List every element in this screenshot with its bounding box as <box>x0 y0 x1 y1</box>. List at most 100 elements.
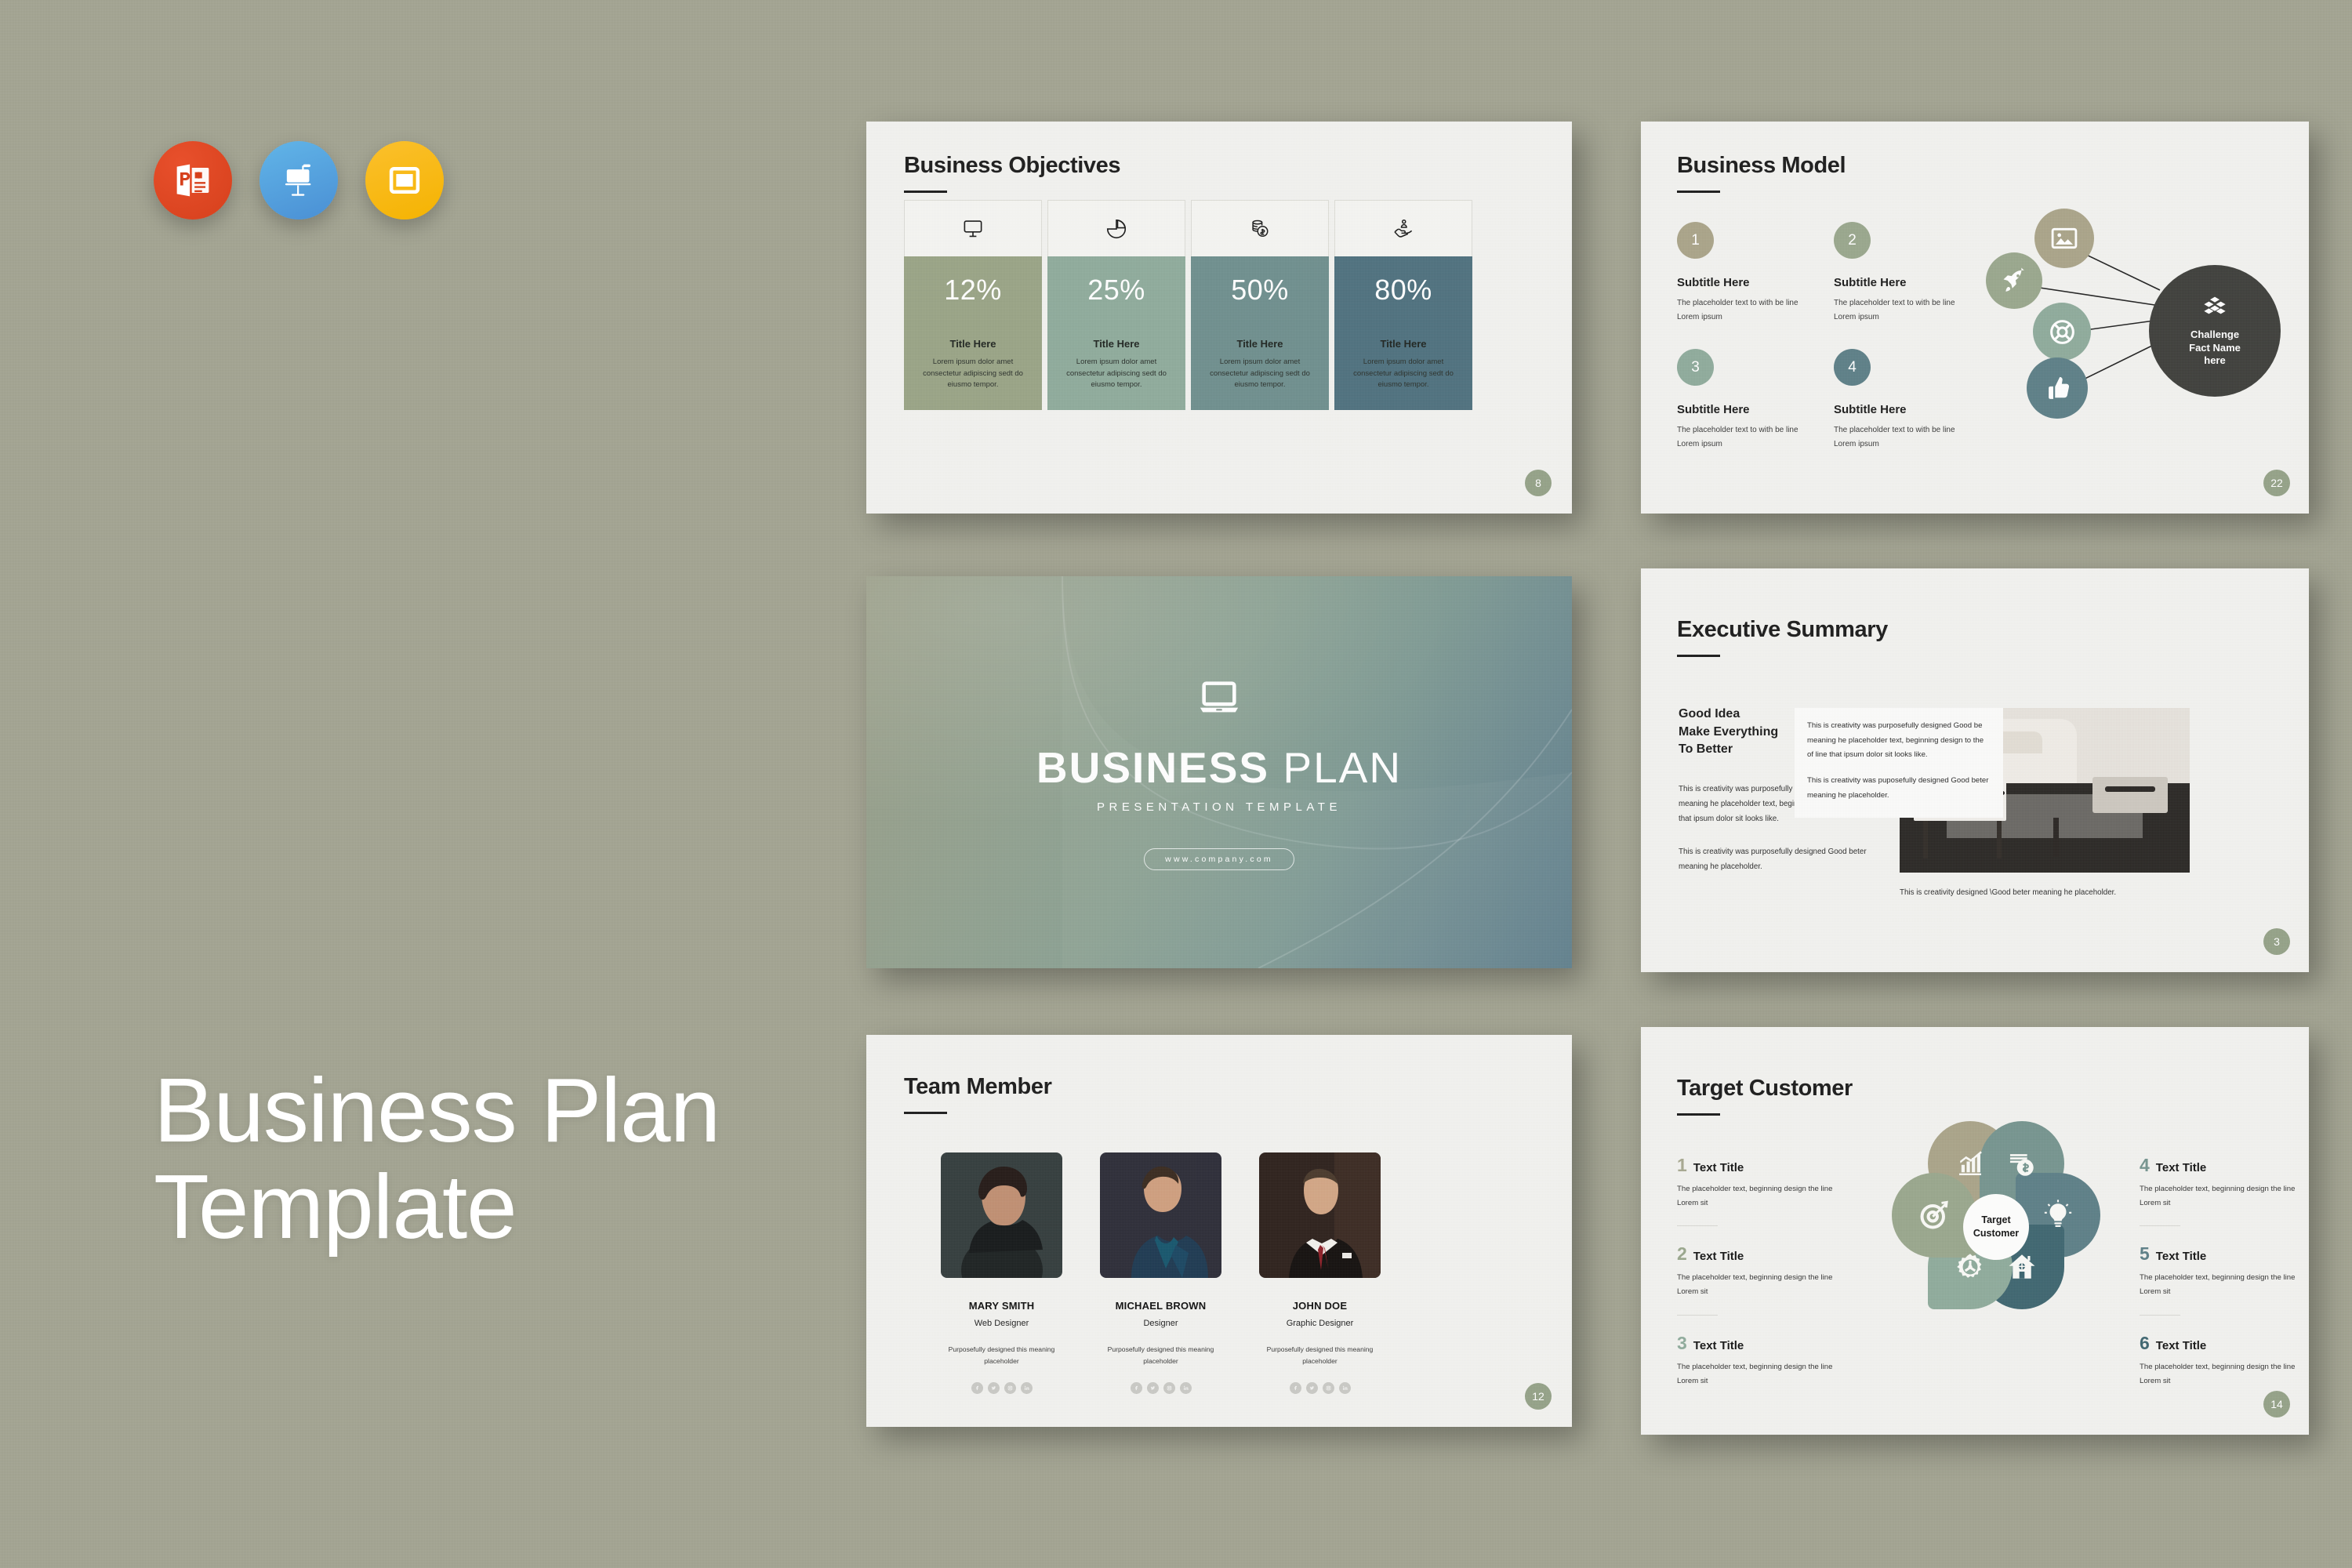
executive-card-paragraph-1: This is creativity was purposefully desi… <box>1807 721 1984 760</box>
executive-left-paragraph-2: This is creativity was purposefully desi… <box>1679 848 1867 872</box>
team-card[interactable]: MARY SMITH Web Designer Purposefully des… <box>941 1152 1062 1394</box>
hand-user-icon <box>1334 200 1472 256</box>
objective-percent: 80% <box>1374 274 1432 306</box>
model-item[interactable]: 2 Subtitle Here The placeholder text to … <box>1834 222 1979 324</box>
slide-team-member[interactable]: Team Member MARY SMITH Web Designer Purp… <box>866 1035 1572 1427</box>
target-item-number: 2 <box>1677 1243 1687 1265</box>
target-item-title: Text Title <box>1693 1161 1744 1174</box>
objective-title: Title Here <box>1236 338 1283 350</box>
objective-card[interactable]: 80% Title Here Lorem ipsum dolor amet co… <box>1334 200 1472 411</box>
center-line-2: Customer <box>1973 1228 2020 1239</box>
model-item[interactable]: 1 Subtitle Here The placeholder text to … <box>1677 222 1822 324</box>
team-role: Designer <box>1143 1319 1178 1328</box>
avatar <box>1259 1152 1381 1278</box>
slide-executive-summary[interactable]: Executive Summary Good Idea Make Everyth… <box>1641 568 2309 972</box>
model-text: The placeholder text to with be line Lor… <box>1677 299 1798 321</box>
model-hub-node[interactable]: Challenge Fact Name here <box>2149 265 2281 397</box>
title-underline <box>1677 191 1720 193</box>
slide-target-customer[interactable]: Target Customer 1 Text Title The placehol… <box>1641 1027 2309 1435</box>
twitter-icon[interactable] <box>987 1381 1000 1394</box>
target-item[interactable]: 4 Text Title The placeholder text, beginn… <box>2140 1155 2296 1227</box>
team-card[interactable]: MICHAEL BROWN Designer Purposefully desi… <box>1100 1152 1221 1394</box>
linkedin-icon[interactable] <box>1020 1381 1033 1394</box>
hero-url-pill[interactable]: www.company.com <box>1144 848 1294 870</box>
instagram-icon[interactable] <box>1163 1381 1175 1394</box>
lifebuoy-icon[interactable] <box>2033 303 2091 361</box>
title-underline <box>904 1112 947 1114</box>
model-subtitle: Subtitle Here <box>1834 276 1907 289</box>
objective-card[interactable]: 25% Title Here Lorem ipsum dolor amet co… <box>1047 200 1185 411</box>
center-line-1: Target <box>1981 1214 2011 1225</box>
objective-title: Title Here <box>1380 338 1427 350</box>
objective-percent: 25% <box>1087 274 1145 306</box>
money-coins-icon <box>1191 200 1329 256</box>
avatar <box>1100 1152 1221 1278</box>
objective-card[interactable]: 50% Title Here Lorem ipsum dolor amet co… <box>1191 200 1329 411</box>
model-text: The placeholder text to with be line Lor… <box>1677 426 1798 448</box>
hero-title: BUSINESS PLAN <box>1036 742 1402 793</box>
model-text: The placeholder text to with be line Lor… <box>1834 426 1955 448</box>
divider <box>2140 1314 2180 1316</box>
target-item[interactable]: 6 Text Title The placeholder text, beginn… <box>2140 1333 2296 1388</box>
slide-deck: Business Objectives 12% Title Here Lorem… <box>866 122 2309 1454</box>
model-network-diagram: Challenge Fact Name here <box>1986 204 2299 439</box>
thumbs-up-icon[interactable] <box>2027 358 2088 419</box>
title-underline <box>1677 1113 1720 1116</box>
objective-card-body: 12% Title Here Lorem ipsum dolor amet co… <box>904 256 1042 411</box>
team-card[interactable]: JOHN DOE Graphic Designer Purposefully d… <box>1259 1152 1381 1394</box>
slide-business-objectives[interactable]: Business Objectives 12% Title Here Lorem… <box>866 122 1572 514</box>
slide-title-cover[interactable]: BUSINESS PLAN PRESENTATION TEMPLATE www.… <box>866 576 1572 968</box>
target-item[interactable]: 2 Text Title The placeholder text, beginn… <box>1677 1243 1834 1316</box>
team-bio: Purposefully designed this meaning place… <box>1266 1345 1374 1366</box>
linkedin-icon[interactable] <box>1338 1381 1351 1394</box>
objective-card-row: 12% Title Here Lorem ipsum dolor amet co… <box>904 200 1472 411</box>
image-icon[interactable] <box>2034 209 2094 268</box>
executive-heading-line-3: To Better <box>1679 742 1733 757</box>
target-item[interactable]: 1 Text Title The placeholder text, beginn… <box>1677 1155 1834 1227</box>
slide-title: Business Objectives <box>904 153 1121 178</box>
headline-line-2: Template <box>154 1155 517 1258</box>
google-slides-icon[interactable] <box>365 141 444 220</box>
target-item-text: The placeholder text, beginning design t… <box>1677 1362 1833 1385</box>
target-item-title: Text Title <box>2155 1338 2207 1352</box>
powerpoint-icon[interactable] <box>154 141 232 220</box>
executive-heading: Good Idea Make Everything To Better <box>1679 706 1778 759</box>
model-number-badge: 3 <box>1677 349 1714 386</box>
target-center-label: Target Customer <box>1963 1194 2029 1260</box>
divider <box>1677 1225 1718 1227</box>
blocks-icon <box>2204 296 2226 314</box>
target-item-title: Text Title <box>2155 1161 2207 1174</box>
divider <box>2140 1225 2180 1227</box>
hero-title-bold: BUSINESS <box>1036 742 1270 792</box>
keynote-icon[interactable] <box>260 141 338 220</box>
hub-line-3: here <box>2204 354 2226 367</box>
facebook-icon[interactable] <box>1130 1381 1142 1394</box>
target-item-number: 5 <box>2140 1243 2150 1265</box>
target-right-column: 4 Text Title The placeholder text, beginn… <box>2140 1155 2296 1388</box>
twitter-icon[interactable] <box>1305 1381 1318 1394</box>
title-underline <box>904 191 947 193</box>
objective-desc: Lorem ipsum dolor amet consectetur adipi… <box>923 358 1023 390</box>
twitter-icon[interactable] <box>1146 1381 1159 1394</box>
model-number-badge: 2 <box>1834 222 1871 259</box>
target-icon[interactable] <box>1892 1173 1976 1258</box>
slide-title: Business Model <box>1677 153 1846 178</box>
facebook-icon[interactable] <box>1289 1381 1301 1394</box>
rocket-icon[interactable] <box>1986 252 2042 309</box>
hub-line-2: Fact Name <box>2189 341 2241 354</box>
model-item[interactable]: 3 Subtitle Here The placeholder text to … <box>1677 349 1822 451</box>
target-item-text: The placeholder text, beginning design t… <box>1677 1185 1833 1207</box>
page-number-badge: 8 <box>1525 470 1552 496</box>
target-item-text: The placeholder text, beginning design t… <box>1677 1273 1833 1297</box>
instagram-icon[interactable] <box>1322 1381 1334 1394</box>
slide-business-model[interactable]: Business Model 1 Subtitle Here The place… <box>1641 122 2309 514</box>
team-bio: Purposefully designed this meaning place… <box>1107 1345 1214 1366</box>
facebook-icon[interactable] <box>971 1381 983 1394</box>
target-item[interactable]: 5 Text Title The placeholder text, beginn… <box>2140 1243 2296 1316</box>
objective-percent: 50% <box>1231 274 1289 306</box>
objective-card[interactable]: 12% Title Here Lorem ipsum dolor amet co… <box>904 200 1042 411</box>
linkedin-icon[interactable] <box>1179 1381 1192 1394</box>
model-item[interactable]: 4 Subtitle Here The placeholder text to … <box>1834 349 1979 451</box>
instagram-icon[interactable] <box>1004 1381 1016 1394</box>
target-item[interactable]: 3 Text Title The placeholder text, beginn… <box>1677 1333 1834 1388</box>
